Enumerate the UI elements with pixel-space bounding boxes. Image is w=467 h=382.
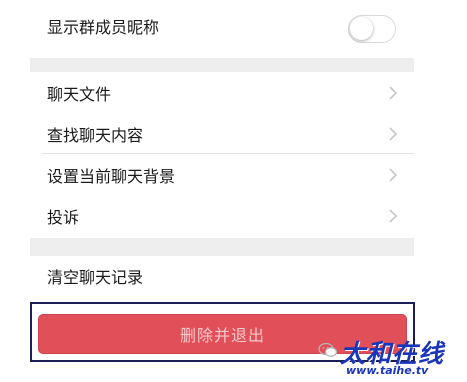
search-chat-content-row[interactable]: 查找聊天内容 (30, 113, 414, 154)
wechat-logo-icon (318, 342, 338, 357)
clear-chat-history-label: 清空聊天记录 (47, 268, 144, 287)
show-member-nickname-toggle[interactable] (348, 15, 396, 43)
settings-section-files: 聊天文件 查找聊天内容 设置当前聊天背景 投诉 (30, 72, 414, 236)
clear-chat-history-row[interactable]: 清空聊天记录 (30, 256, 414, 296)
show-member-nickname-label: 显示群成员昵称 (47, 18, 160, 37)
watermark-url: www.taihe.tv (346, 364, 429, 377)
chat-files-label: 聊天文件 (47, 84, 112, 104)
chevron-right-icon (389, 85, 398, 100)
set-chat-background-label: 设置当前聊天背景 (47, 166, 176, 186)
site-watermark: 太和在线 www.taihe.tv (318, 336, 467, 382)
chat-files-row[interactable]: 聊天文件 (30, 72, 414, 113)
chevron-right-icon (389, 208, 398, 223)
chevron-right-icon (389, 126, 398, 141)
toggle-knob (350, 17, 373, 40)
show-member-nickname-row[interactable]: 显示群成员昵称 (30, 0, 414, 58)
section-gap (30, 238, 414, 256)
section-gap (30, 58, 414, 72)
settings-section-nickname: 显示群成员昵称 (30, 0, 414, 58)
search-chat-content-label: 查找聊天内容 (47, 125, 144, 145)
chevron-right-icon (389, 167, 398, 182)
complain-row[interactable]: 投诉 (30, 195, 414, 236)
set-chat-background-row[interactable]: 设置当前聊天背景 (30, 154, 414, 195)
settings-section-clear: 清空聊天记录 (30, 256, 414, 296)
complain-label: 投诉 (47, 207, 80, 227)
